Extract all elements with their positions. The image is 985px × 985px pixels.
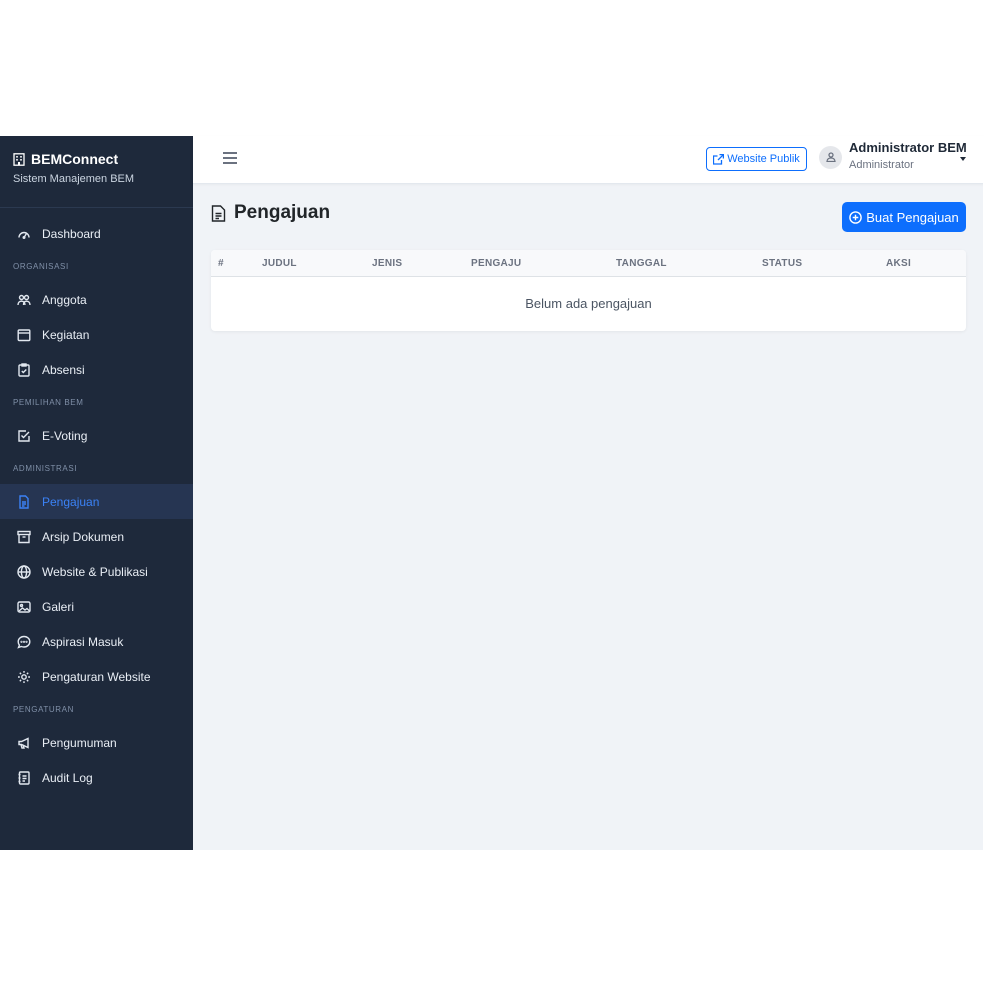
sidebar-item-website[interactable]: Website & Publikasi bbox=[0, 554, 193, 589]
building-icon bbox=[13, 152, 25, 166]
check-square-icon bbox=[17, 429, 31, 443]
main-content: Website Publik Administrator BEM Adminis… bbox=[193, 136, 985, 850]
file-text-icon bbox=[211, 204, 226, 222]
column-header-number: # bbox=[218, 258, 224, 269]
plus-circle-icon bbox=[849, 210, 863, 224]
clipboard-check-icon bbox=[17, 362, 31, 377]
section-label-administrasi: ADMINISTRASI bbox=[13, 464, 78, 473]
topbar: Website Publik Administrator BEM Adminis… bbox=[193, 136, 985, 184]
sidebar-item-label: E-Voting bbox=[42, 428, 88, 443]
sidebar-item-pengumuman[interactable]: Pengumuman bbox=[0, 725, 193, 760]
chat-dots-icon bbox=[17, 635, 31, 649]
archive-icon bbox=[17, 530, 31, 544]
section-label-pemilihan: PEMILIHAN BEM bbox=[13, 398, 84, 407]
journal-text-icon bbox=[17, 770, 31, 785]
sidebar-item-label: Galeri bbox=[42, 599, 75, 614]
calendar-icon bbox=[17, 328, 31, 342]
column-header-pengaju: PENGAJU bbox=[471, 258, 522, 269]
caret-down-icon bbox=[960, 157, 966, 161]
buat-pengajuan-button[interactable]: Buat Pengajuan bbox=[842, 202, 966, 232]
column-header-judul: JUDUL bbox=[262, 258, 297, 269]
sidebar-item-label: Pengumuman bbox=[42, 735, 117, 750]
sidebar-item-dashboard[interactable]: Dashboard bbox=[0, 216, 193, 251]
sidebar-item-galeri[interactable]: Galeri bbox=[0, 589, 193, 624]
megaphone-icon bbox=[17, 736, 31, 750]
brand-subtitle: Sistem Manajemen BEM bbox=[13, 173, 135, 185]
empty-state-message: Belum ada pengajuan bbox=[525, 296, 652, 311]
buat-pengajuan-label: Buat Pengajuan bbox=[866, 209, 959, 225]
sidebar-item-label: Audit Log bbox=[42, 770, 93, 785]
page-title: Pengajuan bbox=[234, 202, 331, 223]
brand-title: BEMConnect bbox=[31, 151, 119, 167]
globe-icon bbox=[17, 564, 31, 579]
sidebar-item-pengaturan-website[interactable]: Pengaturan Website bbox=[0, 659, 193, 694]
sidebar-item-kegiatan[interactable]: Kegiatan bbox=[0, 317, 193, 352]
sidebar-item-audit[interactable]: Audit Log bbox=[0, 760, 193, 795]
section-label-pengaturan: PENGATURAN bbox=[13, 705, 74, 714]
pengajuan-table: # JUDUL JENIS PENGAJU TANGGAL STATUS AKS… bbox=[211, 250, 966, 331]
sidebar-item-label: Aspirasi Masuk bbox=[42, 634, 124, 649]
sidebar-item-label: Kegiatan bbox=[42, 327, 90, 342]
sidebar-item-label: Website & Publikasi bbox=[42, 564, 148, 579]
website-publik-label: Website Publik bbox=[727, 153, 800, 165]
menu-toggle-icon[interactable] bbox=[223, 152, 237, 164]
column-header-aksi: AKSI bbox=[886, 258, 912, 269]
people-icon bbox=[17, 293, 31, 307]
speedometer-icon bbox=[17, 227, 31, 241]
user-role: Administrator bbox=[849, 159, 914, 171]
column-header-status: STATUS bbox=[762, 258, 803, 269]
sidebar-item-pengajuan[interactable]: Pengajuan bbox=[0, 484, 193, 519]
sidebar-item-anggota[interactable]: Anggota bbox=[0, 282, 193, 317]
sidebar-item-label: Absensi bbox=[42, 362, 85, 377]
sidebar-item-label: Anggota bbox=[42, 292, 87, 307]
column-header-jenis: JENIS bbox=[372, 258, 403, 269]
external-link-icon bbox=[713, 153, 725, 165]
app-shell: BEMConnect Sistem Manajemen BEM Dashboar… bbox=[0, 136, 985, 850]
sidebar-item-arsip[interactable]: Arsip Dokumen bbox=[0, 519, 193, 554]
website-publik-button[interactable]: Website Publik bbox=[706, 147, 807, 171]
sidebar-item-label: Dashboard bbox=[42, 226, 101, 241]
sidebar-item-absensi[interactable]: Absensi bbox=[0, 352, 193, 387]
images-icon bbox=[17, 600, 31, 614]
sidebar-item-label: Pengajuan bbox=[42, 494, 100, 509]
section-label-organisasi: ORGANISASI bbox=[13, 262, 69, 271]
sidebar-item-label: Pengaturan Website bbox=[42, 669, 151, 684]
file-text-icon bbox=[17, 494, 31, 509]
table-header: # JUDUL JENIS PENGAJU TANGGAL STATUS AKS… bbox=[211, 250, 966, 277]
page-header: Pengajuan bbox=[211, 202, 330, 224]
user-menu[interactable]: Administrator BEM Administrator bbox=[819, 140, 967, 171]
person-icon bbox=[825, 152, 836, 162]
sidebar-item-aspirasi[interactable]: Aspirasi Masuk bbox=[0, 624, 193, 659]
sidebar-item-evoting[interactable]: E-Voting bbox=[0, 418, 193, 453]
avatar bbox=[819, 145, 842, 169]
brand: BEMConnect Sistem Manajemen BEM bbox=[0, 136, 193, 208]
sidebar-item-label: Arsip Dokumen bbox=[42, 529, 125, 544]
column-header-tanggal: TANGGAL bbox=[616, 258, 667, 269]
sidebar-nav: Dashboard ORGANISASI Anggota Kegiatan Ab… bbox=[0, 208, 193, 795]
sidebar: BEMConnect Sistem Manajemen BEM Dashboar… bbox=[0, 136, 193, 850]
user-name: Administrator BEM bbox=[849, 140, 967, 155]
gear-icon bbox=[17, 670, 31, 684]
